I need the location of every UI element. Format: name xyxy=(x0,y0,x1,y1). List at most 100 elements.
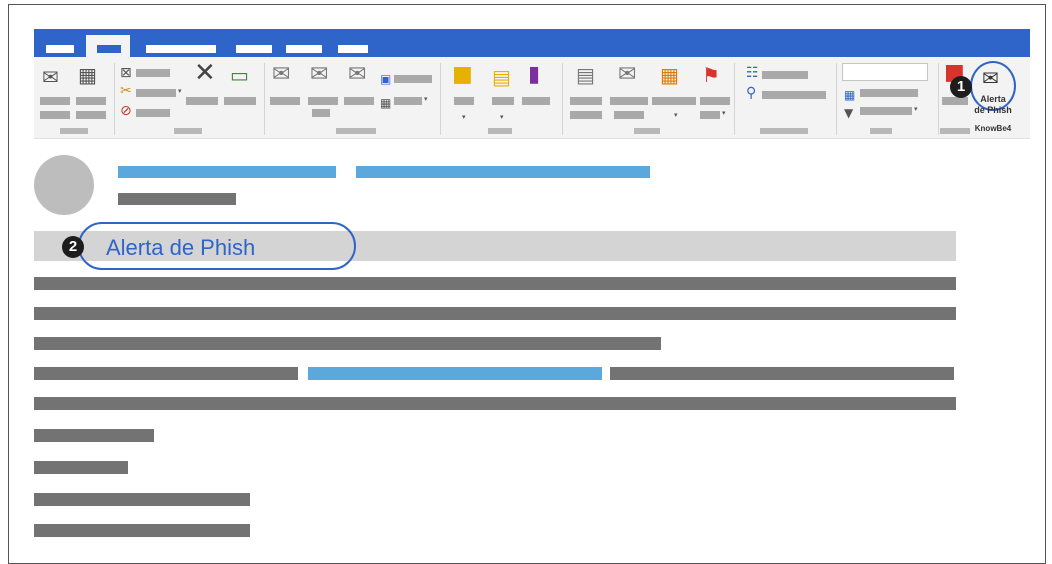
address-book-label[interactable] xyxy=(860,89,918,97)
forward-icon[interactable]: ✉ xyxy=(348,64,366,86)
message-subject: Alerta de Phish xyxy=(106,235,256,260)
dropdown-caret[interactable]: ▾ xyxy=(722,109,726,117)
step-marker-2: 2 xyxy=(62,236,84,258)
clean-up-icon[interactable]: ✂ xyxy=(120,81,132,101)
ignore-icon[interactable]: ⊠ xyxy=(120,63,132,83)
rules-icon[interactable]: ▤ xyxy=(492,67,511,87)
reply-all-label[interactable] xyxy=(308,97,338,105)
group-label xyxy=(488,128,512,134)
ribbon-tab-bar xyxy=(34,29,1030,57)
tab-send-receive[interactable] xyxy=(146,45,216,53)
tab-help[interactable] xyxy=(338,45,368,53)
new-items-icon[interactable]: ▦ xyxy=(78,65,97,85)
ribbon-button-label[interactable] xyxy=(40,97,70,105)
body-line xyxy=(34,307,956,320)
dropdown-caret[interactable]: ▾ xyxy=(462,113,466,121)
sender-name-link[interactable] xyxy=(118,166,336,178)
address-book-label[interactable] xyxy=(762,71,808,79)
ribbon-button-label[interactable] xyxy=(76,111,106,119)
rules-label[interactable] xyxy=(492,97,514,105)
move-icon[interactable]: ■ xyxy=(452,64,473,86)
dropdown-caret[interactable]: ▾ xyxy=(674,111,678,119)
ribbon-separator xyxy=(562,63,563,135)
address-book-icon[interactable]: ☷ xyxy=(746,63,759,83)
clean-up-label[interactable] xyxy=(136,89,176,97)
reply-label[interactable] xyxy=(270,97,300,105)
ignore-label[interactable] xyxy=(136,69,170,77)
tab-file[interactable] xyxy=(46,45,74,53)
move-label[interactable] xyxy=(454,97,474,105)
assign-policy-icon[interactable]: ▤ xyxy=(576,65,595,85)
mark-unread-label[interactable] xyxy=(610,97,648,105)
body-line xyxy=(34,367,298,380)
forward-label[interactable] xyxy=(344,97,374,105)
search-input[interactable] xyxy=(842,63,928,81)
address-book-icon[interactable]: ▦ xyxy=(844,85,855,105)
phish-alert-icon[interactable]: ✉ xyxy=(982,66,999,90)
search-people-icon[interactable]: ⚲ xyxy=(746,83,756,103)
onenote-label[interactable] xyxy=(522,97,550,105)
more-respond-label[interactable] xyxy=(394,97,422,105)
sender-email-link[interactable] xyxy=(356,166,650,178)
archive-label[interactable] xyxy=(224,97,256,105)
mark-unread-label-2[interactable] xyxy=(614,111,644,119)
body-line xyxy=(610,367,954,380)
body-line xyxy=(34,461,128,474)
ribbon-group-delete: ⊠ ✂ ▾ ⊘ ✕ ▭ xyxy=(116,57,264,139)
reply-icon[interactable]: ✉ xyxy=(272,64,290,86)
body-link[interactable] xyxy=(308,367,602,380)
junk-icon[interactable]: ⊘ xyxy=(120,101,132,121)
ribbon: ✉ ▦ ⊠ ✂ ▾ ⊘ ✕ ▭ ✉ ✉ ✉ ▣ ▦ ▾ ■ ▤ ▮ ▾ ▾ ▤ … xyxy=(34,57,1030,139)
search-people-label[interactable] xyxy=(762,91,826,99)
ribbon-separator xyxy=(734,63,735,135)
body-line xyxy=(34,429,154,442)
follow-up-label-2[interactable] xyxy=(700,111,720,119)
forward-label-2[interactable] xyxy=(312,109,330,117)
ribbon-separator xyxy=(836,63,837,135)
step-marker-1: 1 xyxy=(950,76,972,98)
ribbon-group-find: ▦ ▼ ▾ xyxy=(838,57,938,139)
mark-unread-icon[interactable]: ✉ xyxy=(618,64,636,86)
body-line xyxy=(34,397,956,410)
dropdown-caret[interactable]: ▾ xyxy=(914,105,918,113)
more-respond-icon[interactable]: ▦ xyxy=(380,93,391,113)
dropdown-caret[interactable]: ▾ xyxy=(178,87,182,95)
phish-alert-label-1: Alerta xyxy=(980,94,1006,104)
assign-policy-label[interactable] xyxy=(570,97,602,105)
body-line xyxy=(34,337,661,350)
tab-folder[interactable] xyxy=(236,45,272,53)
onenote-icon[interactable]: ▮ xyxy=(528,64,540,86)
assign-policy-label-2[interactable] xyxy=(570,111,602,119)
ribbon-button-label[interactable] xyxy=(40,111,70,119)
new-email-icon[interactable]: ✉ xyxy=(42,67,59,87)
ribbon-group-respond: ✉ ✉ ✉ ▣ ▦ ▾ xyxy=(266,57,440,139)
body-line xyxy=(34,493,250,506)
dropdown-caret[interactable]: ▾ xyxy=(500,113,504,121)
dropdown-caret[interactable]: ▾ xyxy=(424,95,428,103)
ribbon-group-new: ✉ ▦ xyxy=(34,57,114,139)
addin-group-label: KnowBe4 xyxy=(974,124,1012,133)
ribbon-group-move: ■ ▤ ▮ ▾ ▾ xyxy=(442,57,562,139)
reply-all-icon[interactable]: ✉ xyxy=(310,64,328,86)
ribbon-button-label[interactable] xyxy=(76,97,106,105)
meeting-label[interactable] xyxy=(394,75,432,83)
tab-view[interactable] xyxy=(286,45,322,53)
filter-email-icon[interactable]: ▼ xyxy=(844,103,853,123)
junk-label[interactable] xyxy=(136,109,170,117)
group-label xyxy=(174,128,202,134)
categorize-icon[interactable]: ▦ xyxy=(660,65,679,85)
tab-home[interactable] xyxy=(86,35,130,57)
archive-icon[interactable]: ▭ xyxy=(230,65,249,85)
delete-icon[interactable]: ✕ xyxy=(194,60,216,86)
group-label xyxy=(870,128,892,134)
phish-alert-button[interactable]: Alerta de Phish xyxy=(964,94,1022,116)
ribbon-separator xyxy=(938,63,939,135)
group-label xyxy=(60,128,88,134)
follow-up-icon[interactable]: ⚑ xyxy=(702,65,720,85)
delete-label[interactable] xyxy=(186,97,218,105)
categorize-label[interactable] xyxy=(652,97,696,105)
follow-up-label[interactable] xyxy=(700,97,730,105)
filter-email-label[interactable] xyxy=(860,107,912,115)
group-label xyxy=(760,128,808,134)
meeting-icon[interactable]: ▣ xyxy=(380,69,391,89)
